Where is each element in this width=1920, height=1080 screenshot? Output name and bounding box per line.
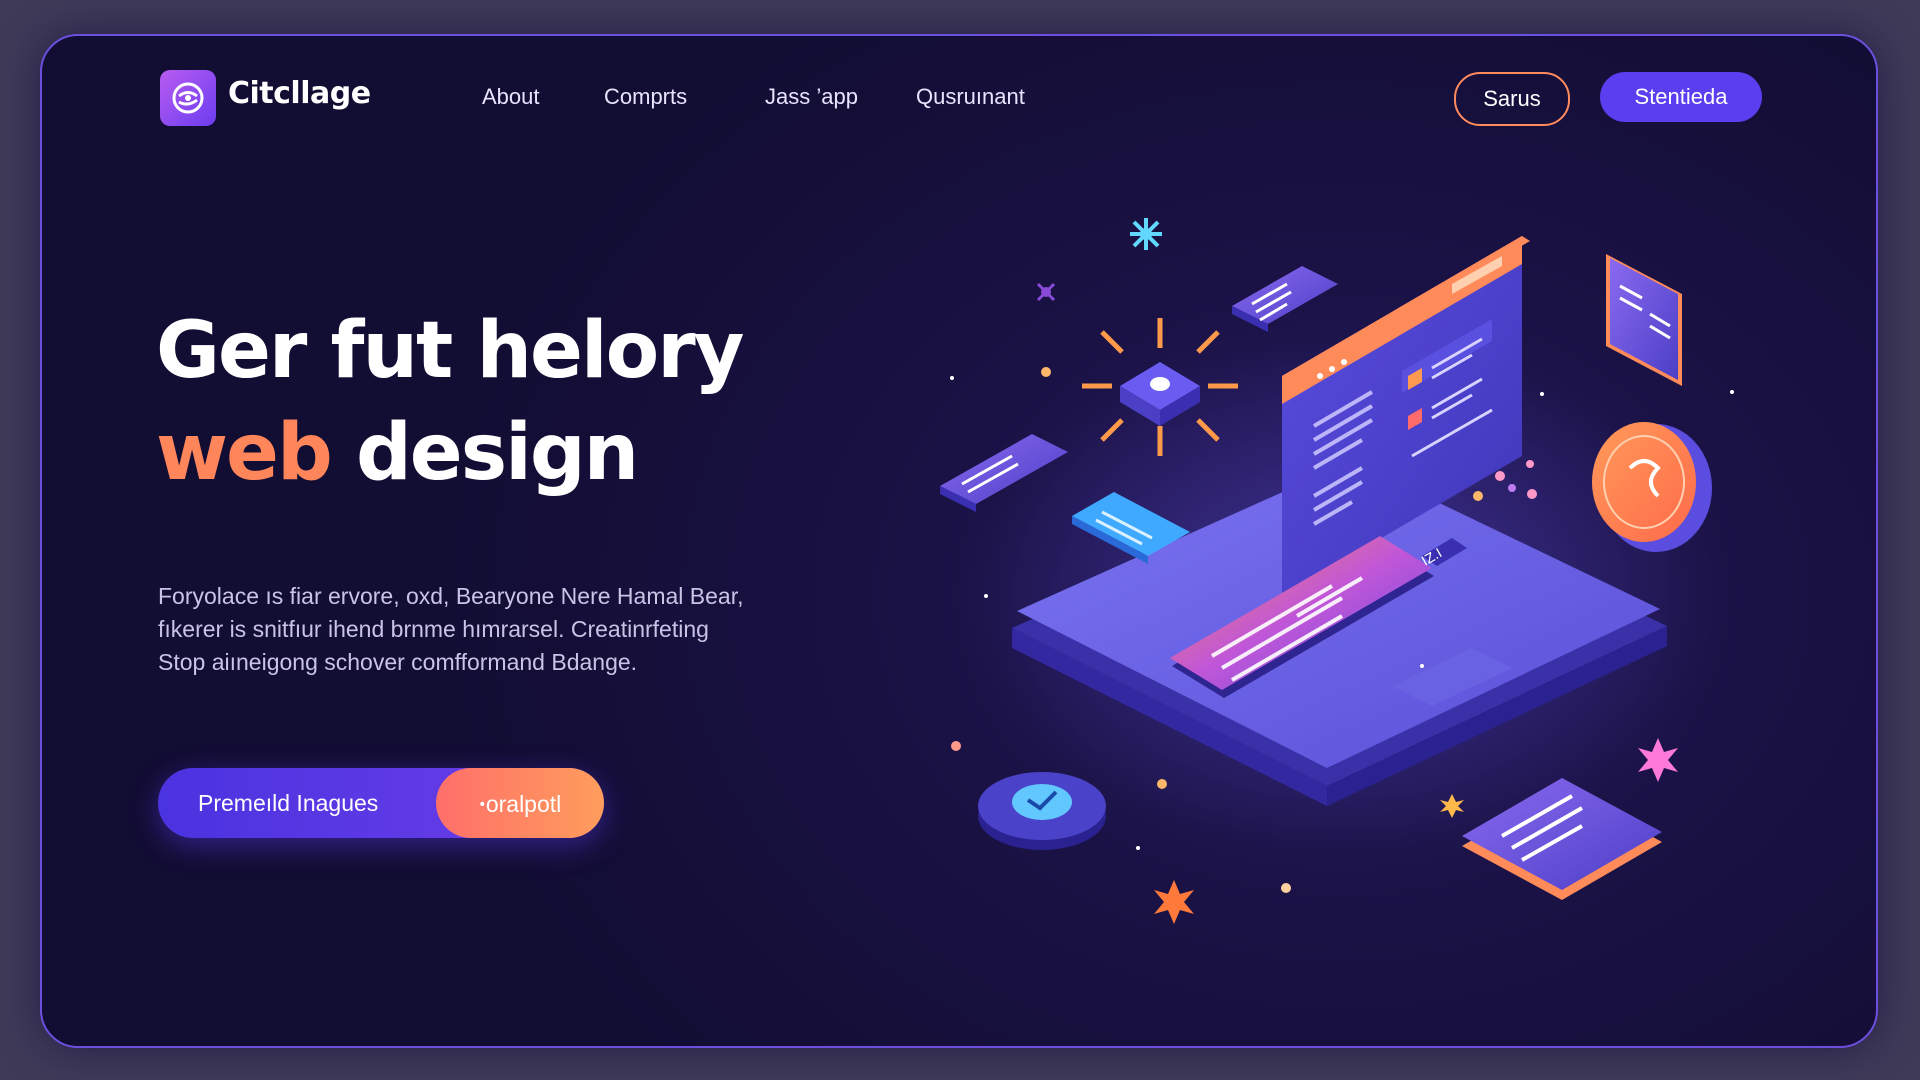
check-disc-icon	[978, 772, 1106, 850]
floating-tablet	[1606, 254, 1682, 386]
sparkle-icon	[1154, 880, 1194, 924]
sparkle-icon	[1130, 218, 1162, 250]
page-frame: Citcllage About Comprts Jass ’app Qusruı…	[40, 34, 1878, 1048]
isometric-illustration: IZ.I	[940, 218, 1734, 924]
sparkle-icon	[1036, 282, 1056, 302]
floating-card	[1232, 266, 1338, 332]
gear-chip-icon	[1082, 318, 1238, 456]
